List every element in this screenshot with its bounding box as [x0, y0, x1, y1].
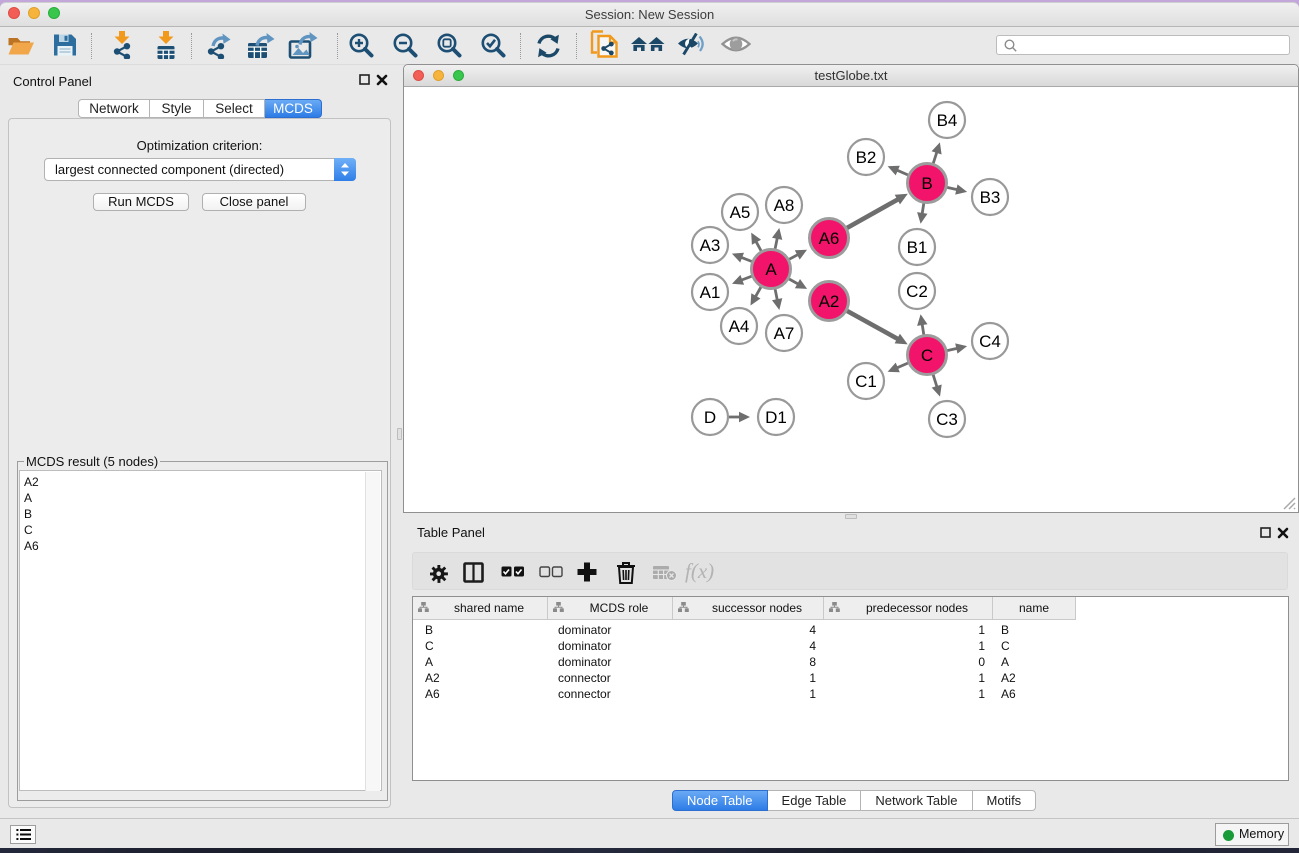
svg-text:B2: B2	[856, 148, 877, 167]
svg-text:C: C	[921, 346, 933, 365]
svg-text:A1: A1	[700, 283, 721, 302]
svg-text:B1: B1	[907, 238, 928, 257]
svg-text:A3: A3	[700, 236, 721, 255]
svg-text:A4: A4	[729, 317, 750, 336]
svg-text:A5: A5	[730, 203, 751, 222]
svg-text:A2: A2	[819, 292, 840, 311]
svg-text:C3: C3	[936, 410, 958, 429]
svg-text:B4: B4	[937, 111, 958, 130]
svg-text:A6: A6	[819, 229, 840, 248]
svg-text:C1: C1	[855, 372, 877, 391]
svg-text:B3: B3	[980, 188, 1001, 207]
svg-text:B: B	[921, 174, 932, 193]
svg-text:A7: A7	[774, 324, 795, 343]
svg-text:A: A	[765, 260, 777, 279]
svg-text:C4: C4	[979, 332, 1001, 351]
svg-text:C2: C2	[906, 282, 928, 301]
svg-text:D: D	[704, 408, 716, 427]
svg-text:D1: D1	[765, 408, 787, 427]
svg-text:A8: A8	[774, 196, 795, 215]
